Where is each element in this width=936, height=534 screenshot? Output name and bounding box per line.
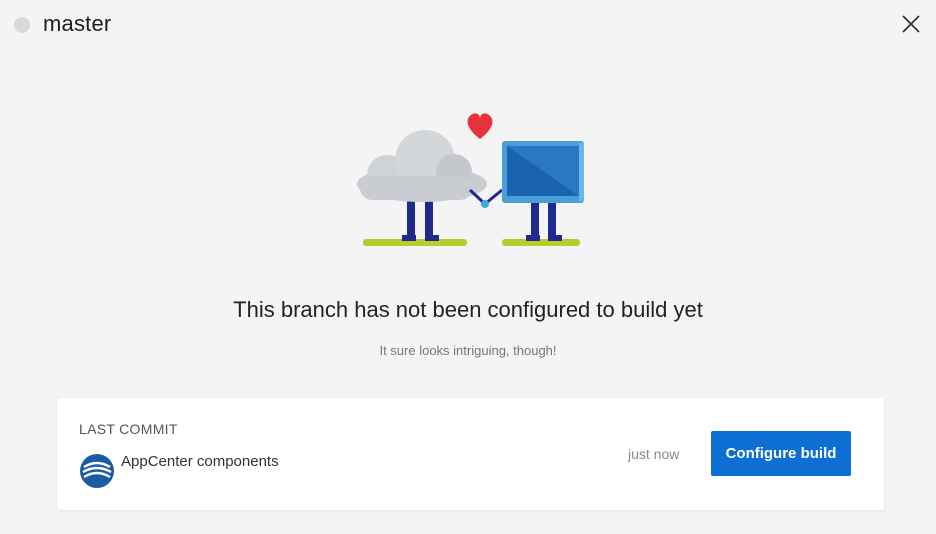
grass-right [502,239,580,246]
empty-state-illustration [357,113,584,246]
branch-detail-panel: master This branch has not been configur… [0,0,936,534]
panel-header: master [0,0,936,52]
configure-build-button[interactable]: Configure build [711,431,851,476]
empty-state-title: This branch has not been configured to b… [233,297,703,322]
empty-state-subtitle: It sure looks intriguing, though! [379,343,557,358]
close-icon [902,15,920,33]
branch-status-dot [14,17,30,33]
commit-time: just now [628,446,680,462]
heart-icon [467,113,493,139]
last-commit-label: LAST COMMIT [79,421,178,437]
cloud-character [357,130,487,202]
last-commit-card: LAST COMMIT AppCenter components just no… [57,398,884,510]
computer-character [502,141,584,203]
close-button[interactable] [898,11,924,37]
repo-avatar-icon [80,454,114,488]
branch-name: master [43,11,112,36]
commit-message[interactable]: AppCenter components [121,453,279,470]
